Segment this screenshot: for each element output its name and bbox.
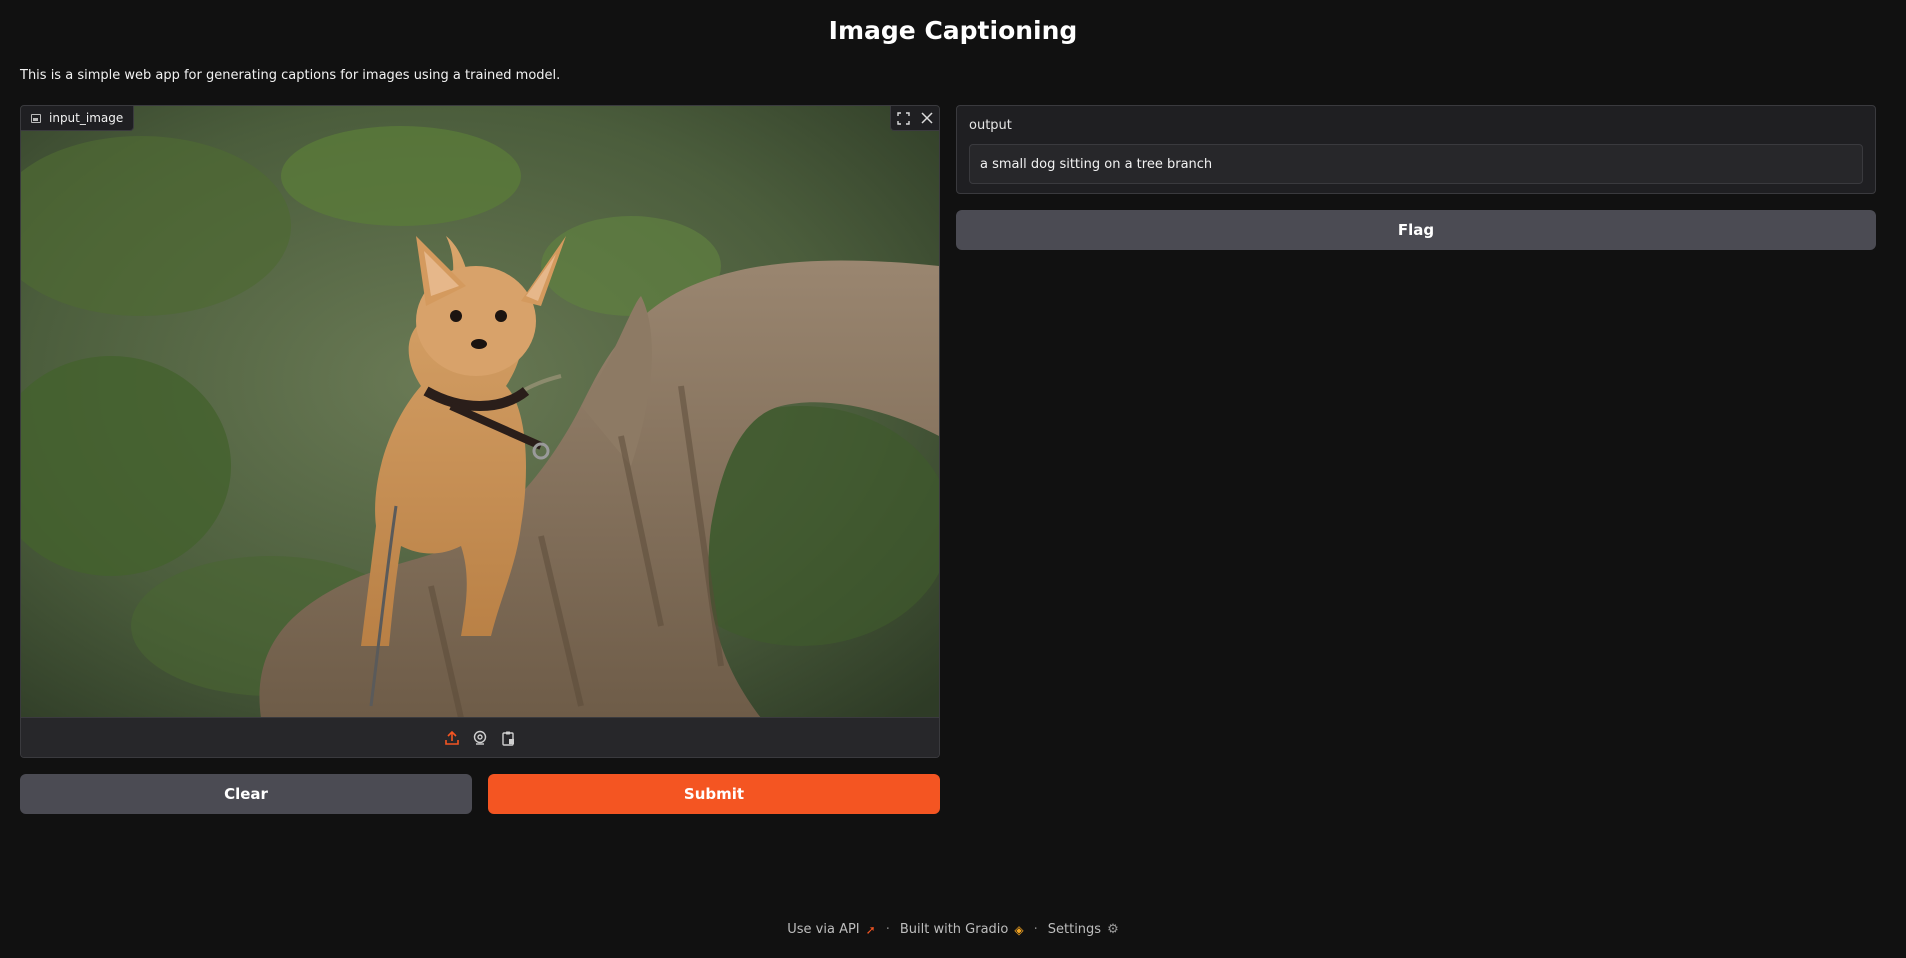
upload-icon[interactable] [443, 729, 461, 747]
fullscreen-glyph [896, 111, 910, 125]
fullscreen-icon[interactable] [891, 106, 915, 130]
input-image-label-badge: input_image [21, 106, 135, 131]
input-photo[interactable] [21, 106, 939, 718]
webcam-icon[interactable] [471, 729, 489, 747]
dog-photo-image [21, 106, 939, 718]
footer: Use via API ➚ · Built with Gradio ◈ · Se… [0, 922, 1906, 937]
clipboard-icon[interactable] [499, 729, 517, 747]
page-description: This is a simple web app for generating … [20, 68, 561, 83]
settings-link[interactable]: Settings ⚙ [1048, 922, 1119, 937]
image-corner-controls [890, 106, 939, 131]
close-icon[interactable] [915, 106, 939, 130]
built-with-gradio-link[interactable]: Built with Gradio ◈ [900, 922, 1024, 937]
output-panel: output a small dog sitting on a tree bra… [956, 105, 1876, 194]
gradio-logo-icon: ◈ [1014, 922, 1024, 937]
use-via-api-label: Use via API [787, 922, 860, 937]
close-glyph [921, 112, 933, 124]
output-textbox[interactable]: a small dog sitting on a tree branch [969, 144, 1863, 184]
use-via-api-link[interactable]: Use via API ➚ [787, 922, 875, 937]
webcam-glyph [473, 730, 487, 745]
clear-button[interactable]: Clear [20, 774, 472, 814]
clipboard-glyph [502, 731, 514, 746]
settings-label: Settings [1047, 922, 1102, 937]
image-icon [31, 113, 41, 123]
page-title: Image Captioning [828, 16, 1078, 45]
submit-button[interactable]: Submit [488, 774, 940, 814]
flag-button[interactable]: Flag [956, 210, 1876, 250]
gear-icon: ⚙ [1107, 922, 1119, 937]
footer-separator: · [885, 922, 890, 937]
built-with-gradio-label: Built with Gradio [899, 922, 1009, 937]
upload-glyph [445, 730, 459, 745]
output-label: output [969, 118, 1012, 133]
input-image-label: input_image [49, 111, 124, 125]
rocket-icon: ➚ [865, 922, 876, 937]
image-source-toolbar [21, 717, 939, 757]
footer-separator: · [1033, 922, 1038, 937]
input-image-panel[interactable]: input_image [20, 105, 940, 758]
